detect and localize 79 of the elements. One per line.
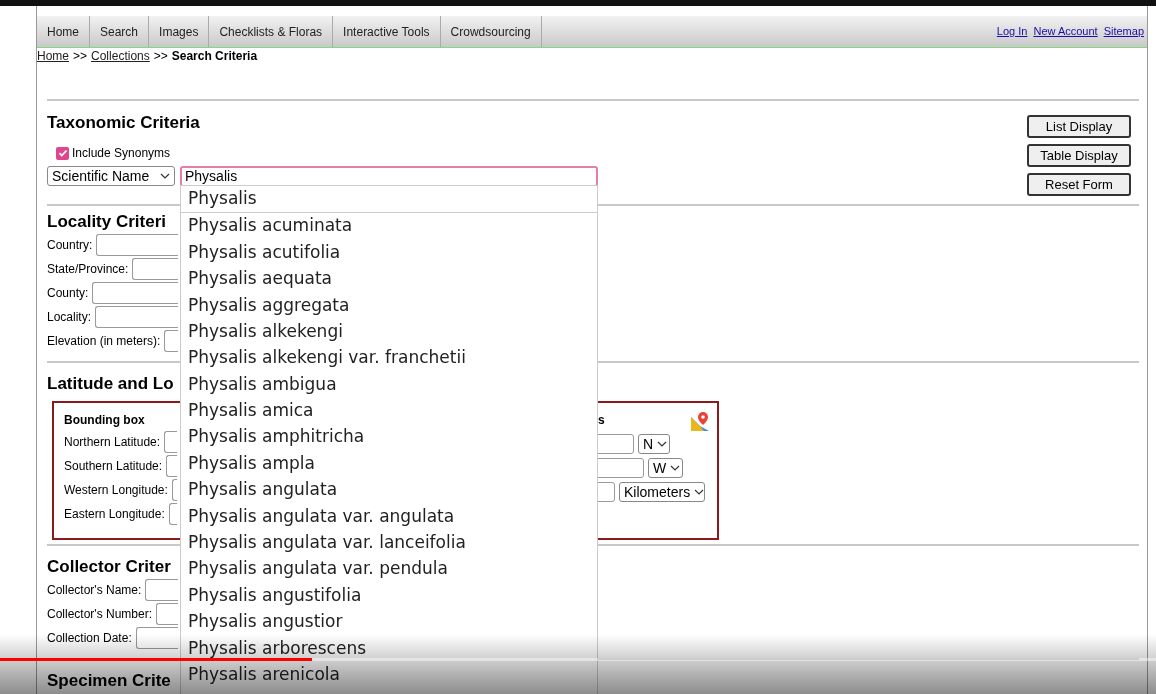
panel-title: Bounding box — [64, 411, 145, 429]
suggestion-item[interactable]: Physalis ampla — [181, 450, 597, 477]
section-heading: Locality Criteri — [47, 211, 167, 233]
map-pin-icon — [691, 411, 710, 431]
suggestion-item[interactable]: Physalis angulata — [181, 476, 597, 503]
field-label: Southern Latitude: — [64, 457, 163, 475]
input-field[interactable] — [168, 502, 177, 525]
input-field[interactable] — [135, 626, 178, 649]
action-button[interactable]: Reset Form — [1027, 173, 1131, 196]
field-label: Northern Latitude: — [64, 433, 161, 451]
section-heading: Specimen Crite — [47, 669, 171, 691]
suggestion-item[interactable]: Physalis angustifolia — [181, 582, 597, 609]
select-field[interactable]: Scientific Name — [47, 166, 175, 187]
chevron-icon — [670, 464, 681, 471]
nav-tab[interactable]: Home — [37, 16, 90, 47]
field-label: Western Longitude: — [64, 481, 168, 499]
field-label: County: — [47, 285, 89, 303]
breadcrumb-link[interactable]: Home — [37, 47, 69, 65]
field-label: State/Province: — [47, 261, 129, 279]
suggestion-item[interactable]: Physalis aggregata — [181, 291, 597, 319]
nav-tab[interactable]: Images — [149, 16, 210, 47]
suggestion-item[interactable]: Physalis — [181, 186, 597, 213]
input-field[interactable] — [145, 578, 178, 601]
header-link[interactable]: Log In — [996, 23, 1028, 40]
input-field[interactable] — [166, 454, 177, 477]
video-progress-track[interactable] — [0, 658, 1156, 661]
section-heading: Collector Criter — [47, 555, 171, 577]
checkbox[interactable] — [56, 146, 69, 160]
chevron-icon — [694, 488, 705, 495]
suggestion-item[interactable]: Physalis acuminata — [181, 212, 597, 240]
input-field[interactable] — [132, 258, 178, 281]
section-heading: Latitude and Lo — [47, 373, 174, 395]
nav-tab[interactable]: Interactive Tools — [333, 16, 441, 47]
action-button[interactable]: Table Display — [1027, 144, 1131, 167]
field-label: Collector's Name: — [47, 581, 142, 599]
input-field[interactable] — [96, 234, 178, 257]
field-label: Eastern Longitude: — [64, 505, 165, 523]
suggestion-item[interactable]: Physalis alkekengi — [181, 318, 597, 345]
suggestion-item[interactable]: Physalis acutifolia — [181, 239, 597, 266]
suggestion-item[interactable]: Physalis arenicola — [181, 661, 597, 688]
suggestion-item[interactable]: Physalis ambigua — [181, 371, 597, 398]
chevron-icon — [160, 173, 170, 180]
nav-tab[interactable]: Search — [90, 16, 150, 47]
input-field[interactable] — [95, 306, 178, 329]
header-link[interactable]: Sitemap — [1103, 23, 1144, 40]
input-field[interactable] — [164, 330, 178, 353]
field-label: Country: — [47, 237, 93, 255]
nav-tab[interactable]: Crowdsourcing — [440, 16, 542, 47]
input-field[interactable] — [171, 478, 177, 501]
suggestion-item[interactable]: Physalis angulata var. lanceifolia — [181, 529, 597, 556]
header-link[interactable]: New Account — [1033, 23, 1098, 40]
suggestion-item[interactable]: Physalis alkekengi var. franchetii — [181, 344, 597, 371]
select-field[interactable]: Kilometers — [619, 481, 705, 502]
chevron-icon — [657, 440, 668, 447]
suggestion-item[interactable]: Physalis arborescens — [181, 634, 597, 662]
input-field[interactable] — [164, 430, 177, 453]
suggestion-item[interactable]: Physalis aequata — [181, 265, 597, 292]
suggestion-item[interactable]: Physalis angustior — [181, 608, 597, 635]
field-label: Locality: — [47, 309, 92, 327]
field-label: Collector's Number: — [47, 605, 152, 623]
breadcrumb-link[interactable]: Collections — [91, 47, 150, 65]
suggestion-item[interactable]: Physalis angulata var. angulata — [181, 502, 597, 530]
suggestion-item[interactable]: Physalis amphitricha — [181, 423, 597, 451]
breadcrumb-separator: >> — [73, 48, 88, 65]
suggestion-item[interactable]: Physalis angulata var. pendula — [181, 555, 597, 583]
suggestion-item[interactable]: Physalis amica — [181, 397, 597, 424]
select-field[interactable]: W — [648, 457, 683, 478]
section-heading: Taxonomic Criteria — [47, 112, 200, 134]
breadcrumb-separator: >> — [153, 48, 168, 65]
field-label: Collection Date: — [47, 629, 132, 647]
select-field[interactable]: N — [638, 433, 670, 454]
nav-tab[interactable]: Checklists & Floras — [209, 16, 334, 47]
input-field[interactable] — [92, 282, 178, 305]
action-button[interactable]: List Display — [1027, 115, 1131, 138]
breadcrumb-current: Search Criteria — [171, 48, 258, 65]
checkbox-label: Include Synonyms — [72, 145, 171, 163]
panel-title-fragment: s — [598, 411, 605, 429]
input-field[interactable] — [156, 602, 178, 625]
field-label: Elevation (in meters): — [47, 333, 161, 351]
